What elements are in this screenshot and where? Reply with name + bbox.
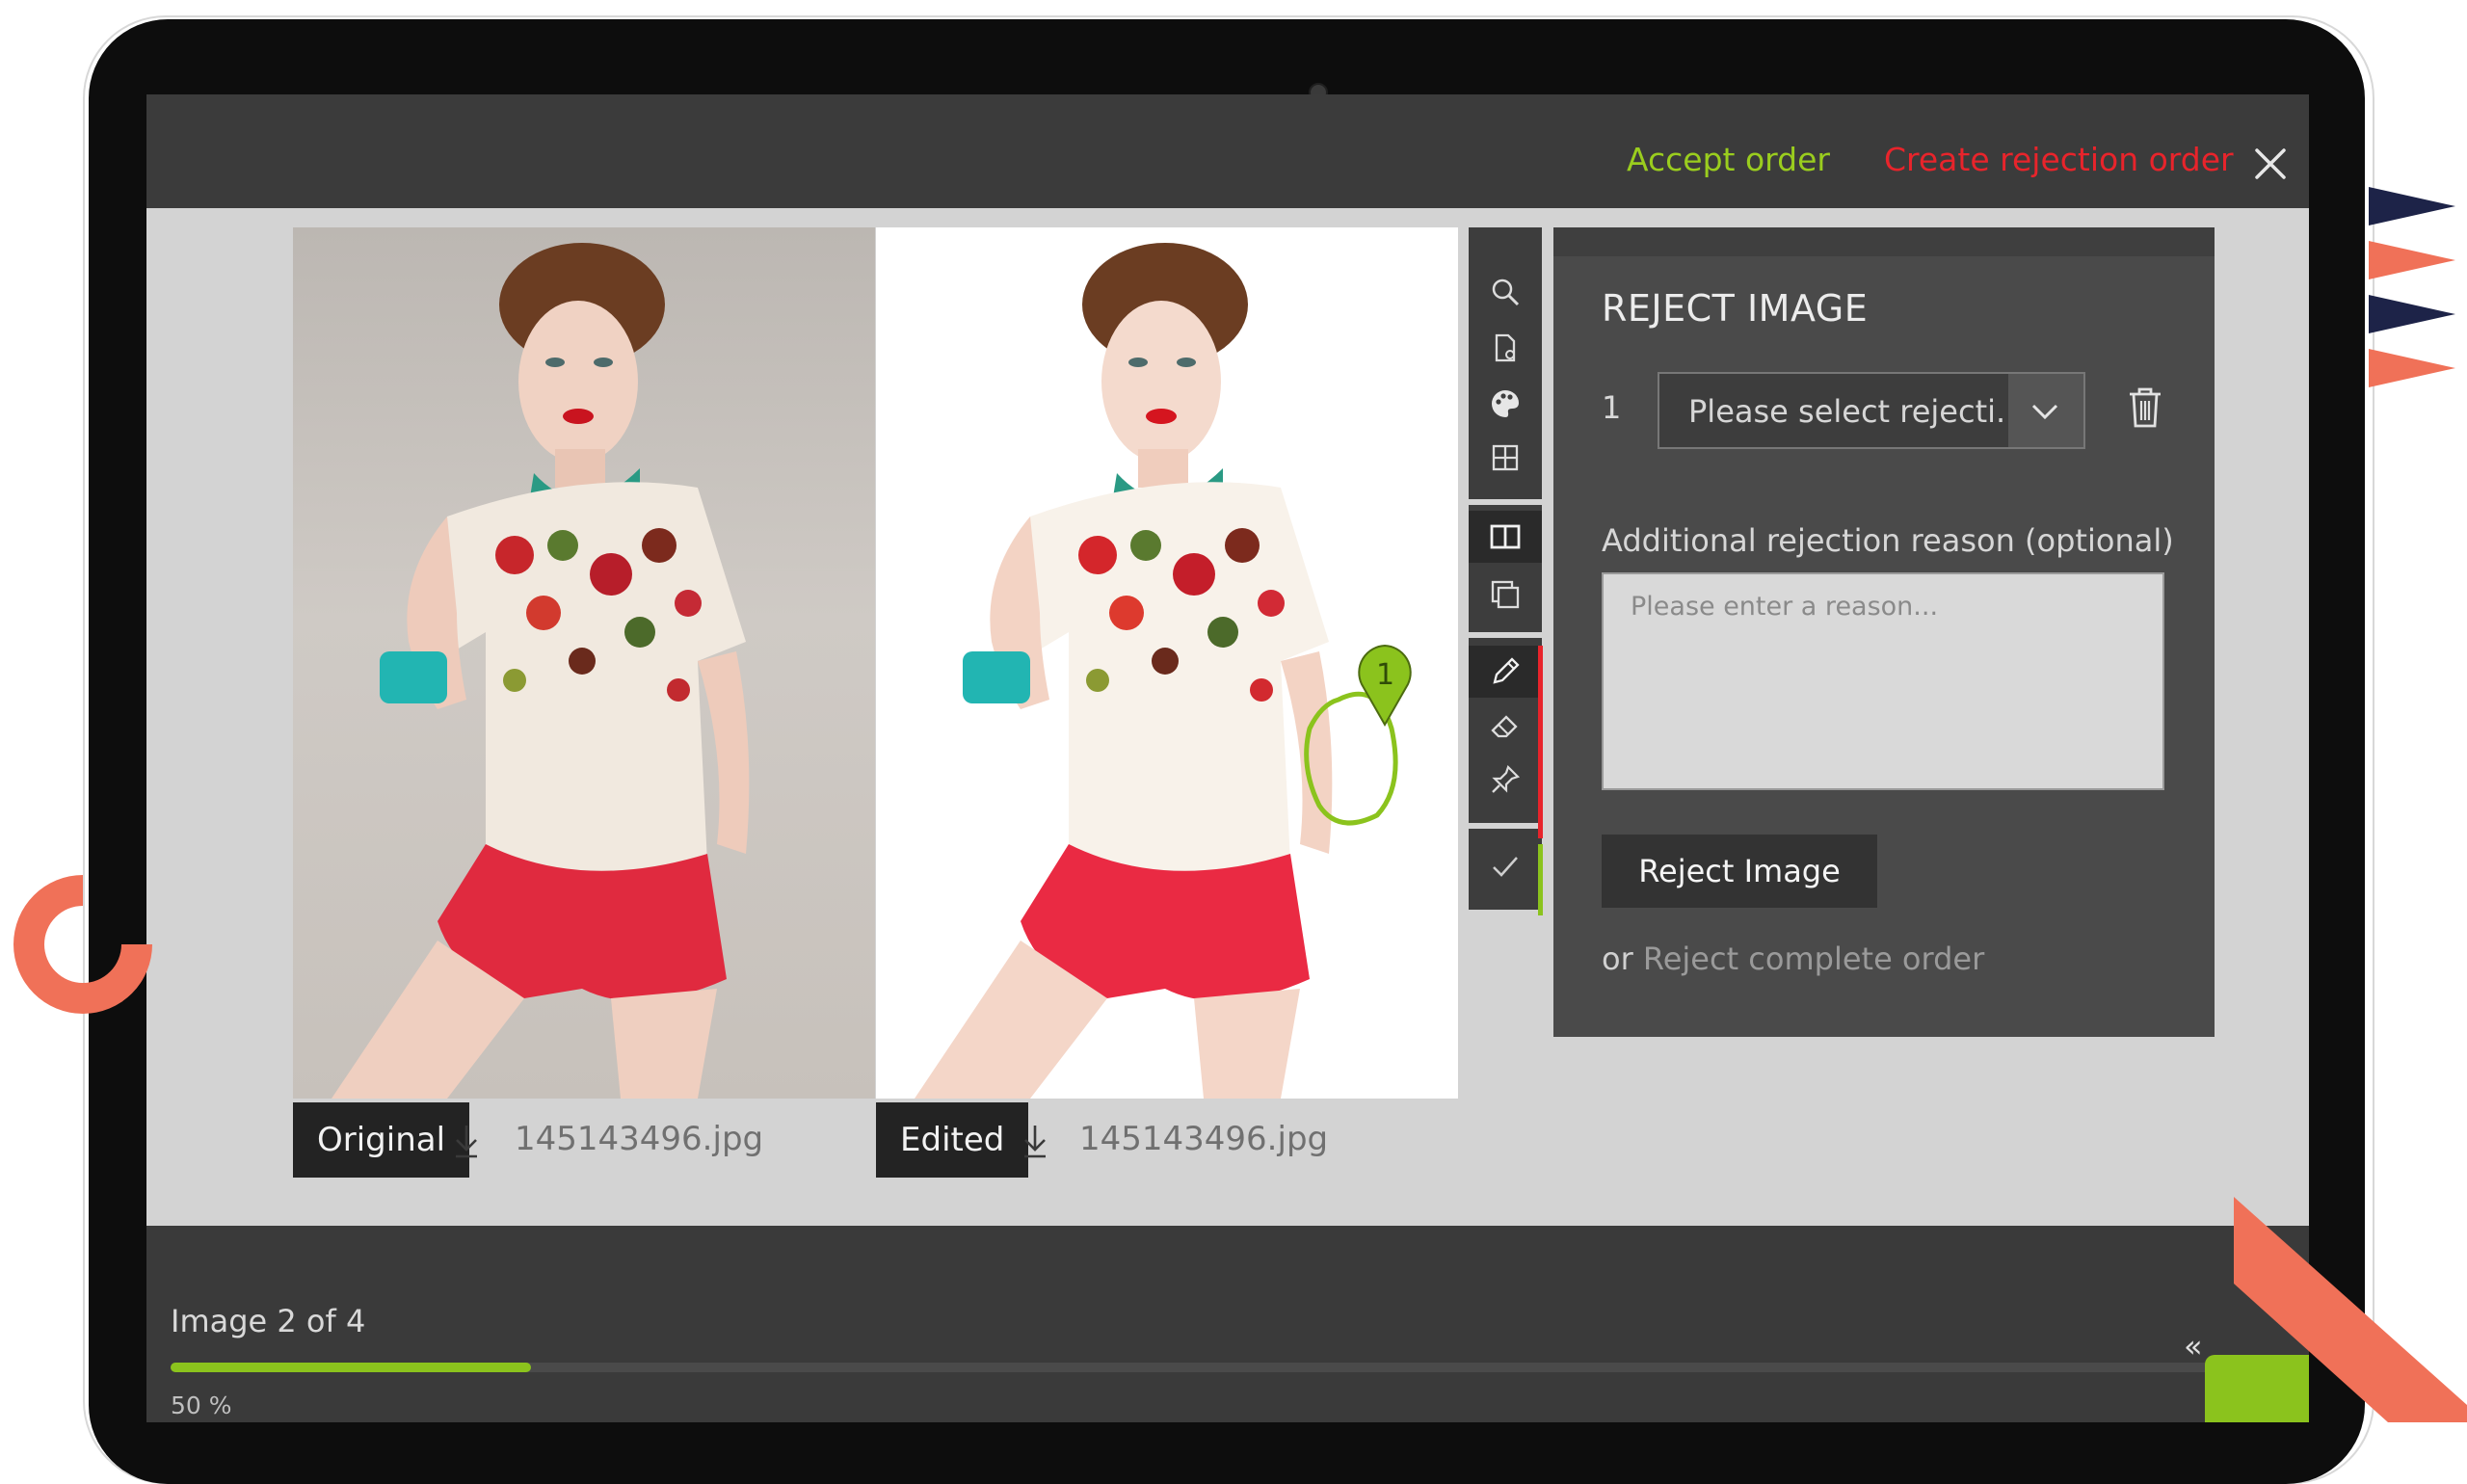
- download-icon[interactable]: [453, 1122, 480, 1160]
- image-counter: Image 2 of 4: [171, 1303, 366, 1339]
- eraser-tool[interactable]: [1469, 700, 1542, 752]
- progress-fill: [171, 1363, 531, 1372]
- reject-image-button[interactable]: Reject Image: [1602, 835, 1877, 908]
- tool-divider: [1469, 823, 1542, 829]
- rejection-row-number: 1: [1602, 389, 1622, 426]
- panel-title: REJECT IMAGE: [1602, 287, 1869, 330]
- original-filename: 145143496.jpg: [515, 1120, 764, 1158]
- additional-reason-textarea[interactable]: Please enter a reason...: [1602, 572, 2164, 790]
- close-icon[interactable]: [2253, 146, 2288, 181]
- zoom-tool[interactable]: [1469, 266, 1542, 318]
- pencil-icon: [1493, 657, 1520, 684]
- approve-tool-indicator: [1538, 844, 1543, 915]
- document-search-tool[interactable]: [1469, 322, 1542, 374]
- original-image[interactable]: [293, 227, 875, 1099]
- decorative-ring: [13, 875, 152, 1014]
- select-toggle[interactable]: [2008, 374, 2083, 447]
- reject-complete-row: or Reject complete order: [1602, 941, 1984, 977]
- trash-icon[interactable]: [2126, 385, 2164, 430]
- tool-divider: [1469, 499, 1542, 505]
- check-icon: [1493, 857, 1518, 877]
- edited-filename: 145143496.jpg: [1079, 1120, 1329, 1158]
- document-search-icon: [1495, 333, 1516, 362]
- reject-complete-order-link[interactable]: Reject complete order: [1643, 941, 1984, 977]
- original-photo-figure: [332, 243, 750, 1099]
- color-tool[interactable]: [1469, 378, 1542, 430]
- overlay-view-tool[interactable]: [1469, 569, 1542, 621]
- collapse-arrows-icon[interactable]: «: [2184, 1328, 2203, 1365]
- grid-icon: [1492, 444, 1519, 471]
- overlay-view-icon: [1491, 580, 1520, 609]
- split-view-tool[interactable]: [1469, 511, 1542, 563]
- app-screen: Accept order Create rejection order 1 Or…: [146, 94, 2309, 1422]
- zoom-icon: [1492, 278, 1520, 306]
- rejection-reason-select[interactable]: Please select rejecti...: [1658, 372, 2085, 449]
- textarea-placeholder: Please enter a reason...: [1631, 592, 1939, 622]
- split-view-icon: [1490, 524, 1521, 549]
- tool-divider: [1469, 632, 1542, 638]
- annotation-marker-number: 1: [1376, 658, 1395, 692]
- accept-order-button[interactable]: Accept order: [1627, 141, 1830, 178]
- download-icon[interactable]: [1021, 1122, 1048, 1160]
- progress-track: [171, 1363, 2291, 1372]
- reject-image-panel: REJECT IMAGE 1 Please select rejecti... …: [1553, 227, 2215, 1037]
- create-rejection-order-button[interactable]: Create rejection order: [1884, 141, 2234, 178]
- panel-top-strip: [1553, 227, 2215, 256]
- or-label: or: [1602, 941, 1633, 977]
- grid-tool[interactable]: [1469, 432, 1542, 484]
- pin-tool[interactable]: [1469, 754, 1542, 806]
- select-value: Please select rejecti...: [1688, 393, 2026, 430]
- eraser-icon: [1491, 715, 1518, 738]
- edited-image[interactable]: 1: [876, 227, 1458, 1099]
- edited-label: Edited: [876, 1102, 1029, 1178]
- tool-strip: [1469, 227, 1542, 910]
- pin-icon: [1492, 764, 1521, 793]
- palette-icon: [1492, 390, 1519, 417]
- decorative-slash: [2234, 1197, 2467, 1422]
- additional-reason-label: Additional rejection reason (optional): [1602, 522, 2174, 559]
- top-bar: Accept order Create rejection order: [146, 94, 2309, 208]
- original-label: Original: [293, 1102, 470, 1178]
- chevron-down-icon: [2031, 404, 2058, 420]
- progress-percent-label: 50 %: [171, 1391, 232, 1419]
- draw-tool[interactable]: [1469, 646, 1542, 698]
- approve-tool[interactable]: [1469, 840, 1542, 892]
- annotation-tools-indicator: [1538, 646, 1543, 838]
- decorative-triangles: [2369, 187, 2455, 387]
- bottom-bar: Image 2 of 4 50 % «: [146, 1226, 2309, 1422]
